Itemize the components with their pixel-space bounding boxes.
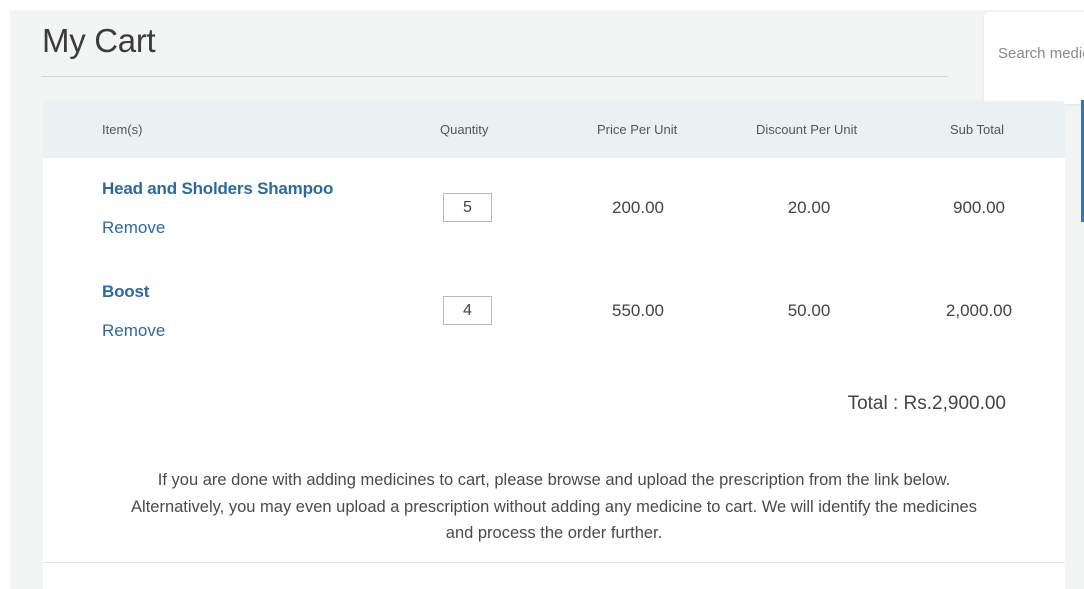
info-line-3: and process the order further. xyxy=(445,524,663,542)
search-box[interactable] xyxy=(984,12,1084,104)
cart-row: Boost Remove 550.00 50.00 2,000.00 xyxy=(43,282,1065,382)
discount-per-unit: 50.00 xyxy=(787,301,831,320)
quantity-input[interactable] xyxy=(443,193,492,222)
title-divider xyxy=(42,76,948,77)
cart-row: Head and Sholders Shampoo Remove 200.00 … xyxy=(43,179,1065,279)
item-name-link[interactable]: Head and Sholders Shampoo xyxy=(102,179,333,199)
cart-table: Item(s) Quantity Price Per Unit Discount… xyxy=(43,101,1065,589)
item-name-link[interactable]: Boost xyxy=(102,282,149,302)
page-title: My Cart xyxy=(42,22,156,59)
cart-total: Total : Rs.2,900.00 xyxy=(847,393,1006,414)
cart-table-header: Item(s) Quantity Price Per Unit Discount… xyxy=(43,101,1065,158)
search-input[interactable] xyxy=(998,45,1084,62)
quantity-input[interactable] xyxy=(443,296,492,325)
price-per-unit: 200.00 xyxy=(612,198,664,217)
column-header-items: Item(s) xyxy=(102,122,143,137)
discount-per-unit: 20.00 xyxy=(787,198,831,217)
info-line-2: Alternatively, you may even upload a pre… xyxy=(131,497,977,516)
column-header-quantity: Quantity xyxy=(440,122,489,137)
column-header-price-per-unit: Price Per Unit xyxy=(597,122,678,137)
remove-item-link[interactable]: Remove xyxy=(102,321,165,341)
column-header-sub-total: Sub Total xyxy=(950,122,1004,137)
prescription-info-text: If you are done with adding medicines to… xyxy=(43,467,1065,547)
info-line-1: If you are done with adding medicines to… xyxy=(157,471,951,489)
column-header-discount-per-unit: Discount Per Unit xyxy=(756,122,858,137)
sub-total: 900.00 xyxy=(953,198,1005,217)
section-divider xyxy=(43,562,1065,563)
sub-total: 2,000.00 xyxy=(945,301,1013,320)
price-per-unit: 550.00 xyxy=(612,301,664,320)
remove-item-link[interactable]: Remove xyxy=(102,218,165,238)
